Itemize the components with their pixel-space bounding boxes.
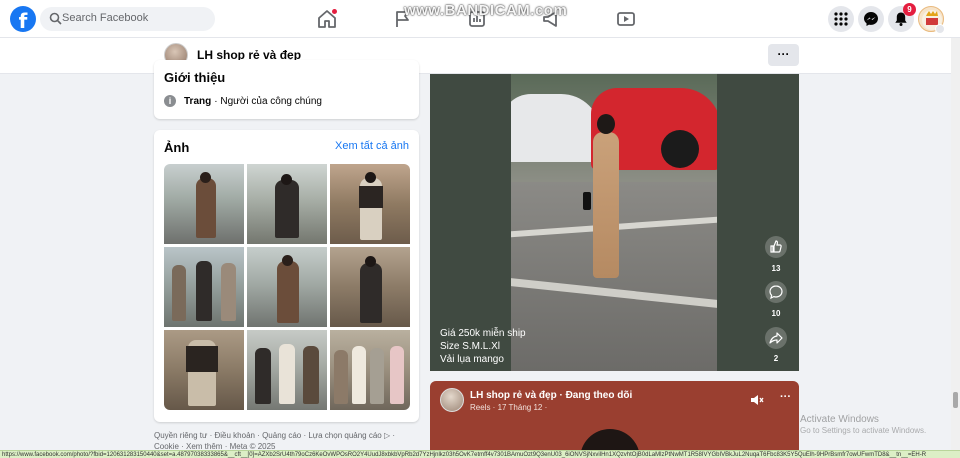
intro-card: Giới thiệu i Trang · Người của công chún… [154, 60, 419, 119]
like-button[interactable] [765, 236, 787, 258]
windows-activation-title: Activate Windows [800, 414, 879, 425]
facebook-logo-icon[interactable]: f [10, 6, 36, 32]
page-scrollbar[interactable] [951, 38, 960, 450]
post-author-avatar[interactable] [440, 388, 464, 412]
page-header: LH shop rẻ và đẹp ··· [0, 38, 960, 74]
more-options-button[interactable]: ··· [768, 44, 799, 66]
photo-thumbnail-7[interactable] [164, 330, 244, 410]
search-input[interactable]: Search Facebook [62, 12, 148, 24]
browser-status-url: https://www.facebook.com/photo/?fbid=120… [0, 450, 960, 458]
account-chevron-icon[interactable] [935, 24, 945, 34]
top-navigation-bar: f Search Facebook www.BANDICAM.com 9 [0, 0, 960, 38]
photo-thumbnail-6[interactable] [330, 247, 410, 327]
photo-thumbnail-1[interactable] [164, 164, 244, 244]
intro-title: Giới thiệu [164, 70, 226, 85]
messenger-button[interactable] [858, 6, 884, 32]
footer-links: Quyền riêng tư · Điều khoản · Quảng cáo … [154, 430, 419, 452]
share-count: 2 [773, 354, 779, 363]
post-meta: Reels · 17 Tháng 12 · [470, 403, 548, 412]
page-type-label: Trang [184, 95, 212, 107]
post-more-options-icon[interactable]: ··· [780, 391, 791, 403]
reel-caption-line-1: Giá 250k miễn ship [440, 328, 526, 339]
messenger-icon [864, 12, 878, 26]
thumbs-up-icon [770, 240, 782, 253]
reel-caption-line-3: Vải lụa mango [440, 354, 504, 365]
footer-line-1[interactable]: Quyền riêng tư · Điều khoản · Quảng cáo … [154, 430, 419, 441]
recorder-watermark: www.BANDICAM.com [404, 2, 568, 19]
share-arrow-icon [769, 332, 783, 344]
post-author-name[interactable]: LH shop rẻ và đẹp · Đang theo dõi [470, 390, 632, 401]
photo-thumbnail-2[interactable] [247, 164, 327, 244]
comment-icon [769, 285, 783, 300]
notification-count-badge: 9 [903, 3, 916, 16]
reel-video-player[interactable]: Giá 250k miễn ship Size S.M.L.Xl Vải lụa… [430, 74, 799, 371]
windows-activation-subtitle: Go to Settings to activate Windows. [800, 426, 927, 435]
video-icon[interactable] [615, 8, 637, 30]
page-type-row: i Trang · Người của công chúng [164, 95, 322, 107]
comment-button[interactable] [765, 281, 787, 303]
photo-grid [164, 164, 410, 410]
scrollbar-thumb[interactable] [953, 392, 958, 408]
reel-video-frame [511, 74, 717, 371]
share-button[interactable] [765, 327, 787, 349]
photo-thumbnail-4[interactable] [164, 247, 244, 327]
muted-speaker-icon[interactable] [750, 393, 764, 407]
grid-menu-icon [834, 12, 848, 26]
photo-thumbnail-8[interactable] [247, 330, 327, 410]
reel-caption-line-2: Size S.M.L.Xl [440, 341, 501, 352]
photos-title: Ảnh [164, 140, 190, 155]
photos-card: Ảnh Xem tất cả ảnh [154, 130, 419, 422]
photo-thumbnail-3[interactable] [330, 164, 410, 244]
home-notification-dot [332, 9, 337, 14]
like-count: 13 [771, 264, 781, 273]
comment-count: 10 [771, 309, 781, 318]
photo-thumbnail-9[interactable] [330, 330, 410, 410]
photo-thumbnail-5[interactable] [247, 247, 327, 327]
reel-post-card[interactable]: LH shop rẻ và đẹp · Đang theo dõi Reels … [430, 381, 799, 458]
search-box[interactable]: Search Facebook [40, 7, 215, 31]
info-icon: i [164, 95, 176, 107]
see-all-photos-link[interactable]: Xem tất cả ảnh [335, 140, 409, 152]
menu-button[interactable] [828, 6, 854, 32]
page-type-value: · Người của công chúng [214, 95, 322, 107]
